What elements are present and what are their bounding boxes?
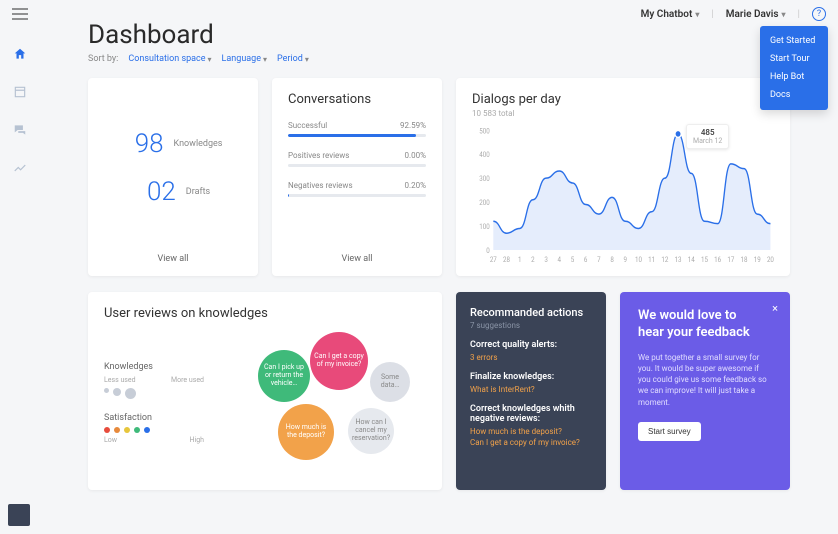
svg-text:15: 15 — [701, 256, 708, 264]
svg-text:3: 3 — [544, 256, 548, 264]
conversation-metric: Successful92.59% — [288, 121, 426, 137]
review-bubble[interactable]: Can I get a copy of my invoice? — [310, 332, 368, 390]
help-dropdown: Get Started Start Tour Help Bot Docs — [760, 26, 828, 110]
page-title: Dashboard — [88, 20, 790, 50]
review-bubble[interactable]: Can I pick up or return the vehicle… — [258, 350, 310, 402]
feedback-title: We would love to hear your feedback — [638, 308, 758, 342]
svg-text:400: 400 — [479, 151, 490, 159]
svg-text:10: 10 — [635, 256, 642, 264]
nav-knowledge-icon[interactable] — [12, 84, 28, 100]
svg-text:5: 5 — [571, 256, 575, 264]
svg-text:11: 11 — [648, 256, 655, 264]
svg-text:100: 100 — [479, 223, 490, 231]
nav-chat-icon[interactable] — [12, 122, 28, 138]
tooltip-value: 485 — [693, 128, 722, 137]
conversation-metric: Positives reviews0.00% — [288, 151, 426, 167]
action-link[interactable]: How much is the deposit? — [470, 427, 592, 436]
help-item-get-started[interactable]: Get Started — [760, 32, 828, 50]
chevron-down-icon: ▾ — [208, 55, 212, 64]
sidebar — [0, 28, 40, 534]
kpi-value: 98 — [124, 129, 164, 159]
view-all-link[interactable]: View all — [272, 254, 442, 264]
svg-text:9: 9 — [624, 256, 628, 264]
svg-text:0: 0 — [486, 247, 490, 255]
svg-text:14: 14 — [688, 256, 695, 264]
svg-text:4: 4 — [558, 256, 562, 264]
svg-text:6: 6 — [584, 256, 588, 264]
chart-tooltip: 485 March 12 — [686, 124, 729, 149]
help-item-start-tour[interactable]: Start Tour — [760, 50, 828, 68]
conversation-metric: Negatives reviews0.20% — [288, 181, 426, 197]
feedback-card: × We would love to hear your feedback We… — [620, 292, 790, 490]
svg-text:500: 500 — [479, 127, 490, 135]
conversations-card: Conversations Successful92.59% Positives … — [272, 78, 442, 276]
svg-text:7: 7 — [597, 256, 601, 264]
svg-text:13: 13 — [675, 256, 682, 264]
actions-title: Recommanded actions — [470, 306, 592, 319]
dialogs-title: Dialogs per day — [472, 92, 774, 107]
action-link[interactable]: 3 errors — [470, 353, 592, 362]
conversations-title: Conversations — [288, 92, 426, 107]
review-bubble[interactable]: How can I cancel my reservation? — [348, 408, 394, 454]
svg-text:19: 19 — [754, 256, 761, 264]
chevron-down-icon: ▾ — [263, 55, 267, 64]
nav-home-icon[interactable] — [12, 46, 28, 62]
svg-text:18: 18 — [741, 256, 748, 264]
reviews-card: User reviews on knowledges Knowledges Le… — [88, 292, 442, 490]
reviews-title: User reviews on knowledges — [104, 306, 426, 321]
dialogs-chart: 485 March 12 010020030040050027281234567… — [472, 124, 774, 264]
svg-text:300: 300 — [479, 175, 490, 183]
svg-text:8: 8 — [610, 256, 614, 264]
start-survey-button[interactable]: Start survey — [638, 422, 701, 441]
svg-text:28: 28 — [503, 256, 510, 264]
feedback-body: We put together a small survey for you. … — [638, 352, 772, 408]
satisfaction-legend-title: Satisfaction — [104, 413, 204, 423]
nav-analytics-icon[interactable] — [12, 160, 28, 176]
sort-label: Sort by: — [88, 54, 118, 64]
filter-language[interactable]: Language ▾ — [222, 54, 267, 64]
chat-launcher[interactable] — [8, 504, 30, 526]
kpi-value: 02 — [136, 177, 176, 207]
actions-card: Recommanded actions 7 suggestions Correc… — [456, 292, 606, 490]
review-bubble[interactable]: How much is the deposit? — [278, 404, 334, 460]
svg-text:2: 2 — [531, 256, 535, 264]
svg-text:17: 17 — [727, 256, 734, 264]
kpi-drafts: 02 Drafts — [136, 177, 210, 207]
help-item-help-bot[interactable]: Help Bot — [760, 68, 828, 86]
action-link[interactable]: Can I get a copy of my invoice? — [470, 438, 592, 447]
chevron-down-icon: ▾ — [305, 55, 309, 64]
tooltip-date: March 12 — [693, 137, 722, 145]
dialogs-card: Dialogs per day 10 583 total 485 March 1… — [456, 78, 790, 276]
help-item-docs[interactable]: Docs — [760, 86, 828, 104]
svg-text:12: 12 — [661, 256, 668, 264]
sort-row: Sort by: Consultation space ▾ Language ▾… — [88, 54, 790, 64]
action-group: Correct quality alerts:3 errors — [470, 340, 592, 362]
actions-subtitle: 7 suggestions — [470, 321, 592, 330]
svg-text:16: 16 — [714, 256, 721, 264]
kpi-label: Knowledges — [174, 139, 223, 149]
action-group: Finalize knowledges:What is InterRent? — [470, 372, 592, 394]
kpi-knowledges: 98 Knowledges — [124, 129, 223, 159]
svg-text:200: 200 — [479, 199, 490, 207]
svg-text:27: 27 — [490, 256, 497, 264]
filter-space[interactable]: Consultation space ▾ — [128, 54, 211, 64]
filter-period[interactable]: Period ▾ — [277, 54, 309, 64]
review-bubble[interactable]: Some data… — [370, 362, 410, 402]
svg-text:1: 1 — [518, 256, 521, 264]
kpi-label: Drafts — [186, 187, 210, 197]
close-icon[interactable]: × — [772, 302, 778, 315]
view-all-link[interactable]: View all — [88, 254, 258, 264]
menu-toggle[interactable] — [12, 5, 28, 24]
action-group: Correct knowledges whith negative review… — [470, 404, 592, 447]
svg-text:20: 20 — [767, 256, 774, 264]
dialogs-subtitle: 10 583 total — [472, 109, 774, 118]
action-link[interactable]: What is InterRent? — [470, 385, 592, 394]
kpi-card: 98 Knowledges 02 Drafts View all — [88, 78, 258, 276]
knowledges-legend-title: Knowledges — [104, 362, 204, 372]
